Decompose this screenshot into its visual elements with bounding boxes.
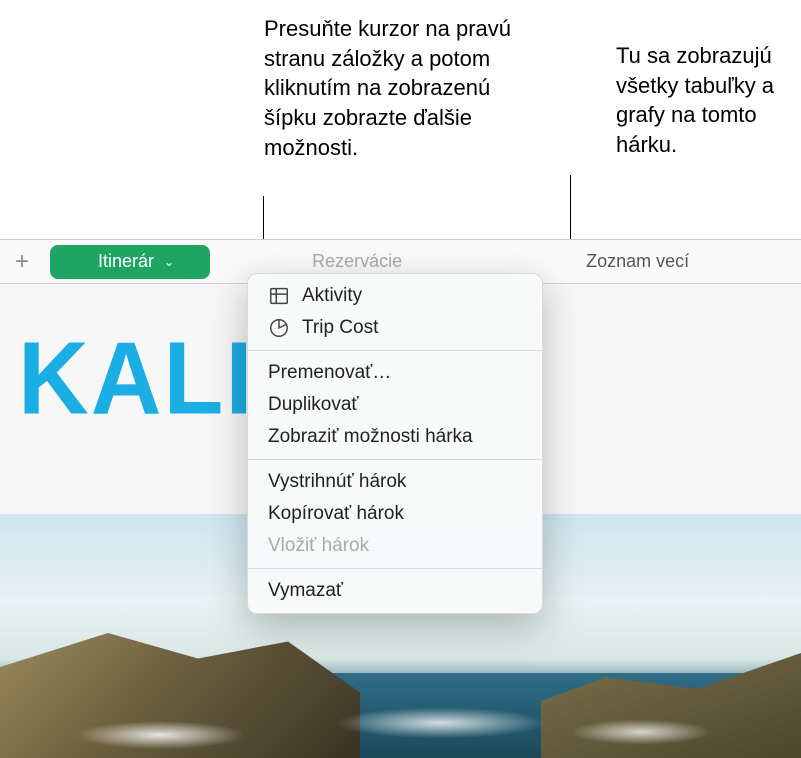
tab-label: Rezervácie <box>312 251 402 272</box>
menu-item-kopirovat[interactable]: Kopírovať hárok <box>248 498 542 530</box>
chevron-down-icon: ⌄ <box>164 255 174 269</box>
table-icon <box>268 285 290 307</box>
menu-item-label: Vymazať <box>268 580 343 602</box>
menu-item-vystrihnut[interactable]: Vystrihnúť hárok <box>248 466 542 498</box>
add-sheet-button[interactable]: + <box>0 240 44 284</box>
menu-item-label: Trip Cost <box>302 317 378 339</box>
menu-item-label: Zobraziť možnosti hárka <box>268 426 473 448</box>
menu-item-label: Aktivity <box>302 285 362 307</box>
sheet-context-menu: Aktivity Trip Cost Premenovať… Duplikova… <box>247 273 543 614</box>
menu-item-duplikovat[interactable]: Duplikovať <box>248 389 542 421</box>
menu-item-label: Kopírovať hárok <box>268 503 404 525</box>
sheet-tab-itinerar[interactable]: Itinerár ⌄ <box>50 245 210 279</box>
menu-separator <box>248 350 542 351</box>
menu-item-vlozit: Vložiť hárok <box>248 530 542 562</box>
callout-sheet-objects: Tu sa zobrazujú všetky tabuľky a grafy n… <box>616 41 801 160</box>
menu-item-label: Premenovať… <box>268 362 391 384</box>
menu-separator <box>248 459 542 460</box>
menu-item-aktivity[interactable]: Aktivity <box>248 280 542 312</box>
sheet-tab-zoznam-veci[interactable]: Zoznam vecí <box>564 245 711 279</box>
document-title-text: KALI <box>18 319 255 438</box>
menu-item-premenovat[interactable]: Premenovať… <box>248 357 542 389</box>
menu-item-label: Vložiť hárok <box>268 535 369 557</box>
pie-chart-icon <box>268 317 290 339</box>
tab-label: Zoznam vecí <box>586 251 689 272</box>
menu-item-zobrazit-moznosti[interactable]: Zobraziť možnosti hárka <box>248 421 542 453</box>
menu-item-vymazat[interactable]: Vymazať <box>248 575 542 607</box>
menu-separator <box>248 568 542 569</box>
menu-item-label: Vystrihnúť hárok <box>268 471 406 493</box>
menu-item-label: Duplikovať <box>268 394 359 416</box>
menu-item-trip-cost[interactable]: Trip Cost <box>248 312 542 344</box>
callout-tab-options: Presuňte kurzor na pravú stranu záložky … <box>264 14 534 162</box>
plus-icon: + <box>15 248 29 276</box>
tab-label: Itinerár <box>98 251 154 272</box>
